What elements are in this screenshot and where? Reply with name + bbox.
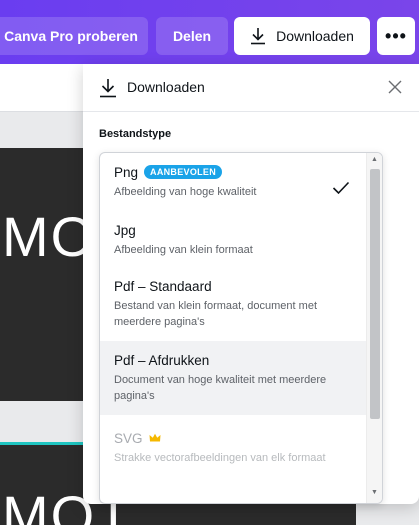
file-type-dropdown[interactable]: Png AANBEVOLEN Afbeelding van hoge kwali… (99, 152, 383, 504)
scroll-up-icon[interactable]: ▲ (371, 156, 378, 163)
file-type-name: Png (114, 164, 139, 180)
file-type-option-jpg[interactable]: Jpg Afbeelding van klein formaat (100, 221, 366, 258)
file-type-name: Pdf – Standaard (114, 278, 212, 294)
download-panel-header: Downloaden (83, 64, 419, 112)
more-options-button[interactable]: ••• (377, 17, 415, 55)
crown-icon (149, 433, 161, 442)
recommended-badge: AANBEVOLEN (144, 165, 223, 179)
file-type-description: Afbeelding van hoge kwaliteit (114, 186, 257, 198)
file-type-description: Afbeelding van klein formaat (114, 244, 253, 256)
file-type-name: SVG (114, 430, 143, 446)
panel-title: Downloaden (127, 79, 205, 95)
download-icon (251, 28, 266, 45)
file-type-option-svg[interactable]: SVG Strakke vectorafbeeldingen van elk f… (100, 429, 366, 466)
file-type-description: Strakke vectorafbeeldingen van elk forma… (114, 452, 326, 464)
share-button[interactable]: Delen (156, 17, 228, 55)
close-icon[interactable] (385, 77, 405, 97)
file-type-name: Pdf – Afdrukken (114, 352, 210, 368)
file-type-description: Document van hoge kwaliteit met meerdere… (114, 374, 327, 402)
file-type-option-pdf-standard[interactable]: Pdf – Standaard Bestand van klein formaa… (100, 277, 366, 330)
top-bar: Canva Pro proberen Delen Downloaden ••• (0, 0, 419, 64)
file-type-label: Bestandstype (99, 128, 172, 140)
download-icon (100, 79, 116, 98)
file-type-name: Jpg (114, 222, 136, 238)
download-button-label: Downloaden (276, 28, 354, 44)
file-type-option-pdf-print[interactable]: Pdf – Afdrukken Document van hoge kwalit… (100, 341, 366, 415)
try-pro-button[interactable]: Canva Pro proberen (0, 17, 148, 55)
dropdown-scrollbar[interactable]: ▲ ▼ (366, 153, 382, 503)
file-type-option-png[interactable]: Png AANBEVOLEN Afbeelding van hoge kwali… (100, 163, 366, 200)
scrollbar-thumb[interactable] (370, 169, 380, 419)
scroll-down-icon[interactable]: ▼ (371, 489, 378, 496)
file-type-description: Bestand van klein formaat, document met … (114, 300, 317, 328)
check-icon (332, 181, 350, 195)
download-button[interactable]: Downloaden (234, 17, 370, 55)
